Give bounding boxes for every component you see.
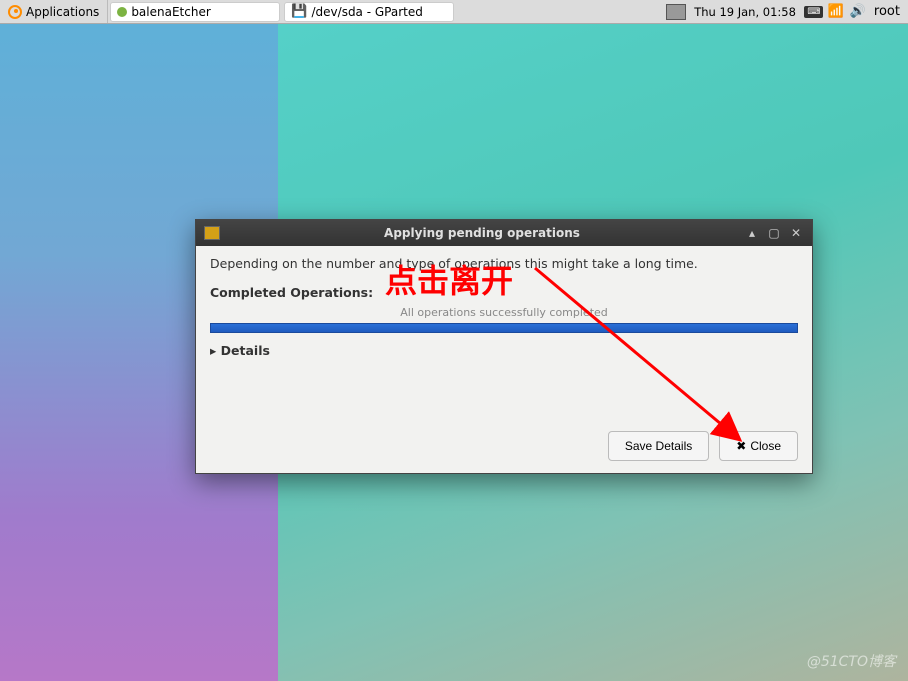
user-menu[interactable]: root	[870, 3, 904, 21]
clock[interactable]: Thu 19 Jan, 01:58	[688, 5, 802, 19]
annotation-text: 点击离开	[385, 256, 513, 302]
dialog-up-icon[interactable]: ▴	[744, 225, 760, 241]
applications-label: Applications	[26, 5, 99, 19]
details-toggle[interactable]: ▸ Details	[210, 343, 798, 358]
network-icon[interactable]: 📶	[826, 3, 846, 21]
taskbar-item-label: /dev/sda - GParted	[312, 5, 423, 19]
volume-icon[interactable]: 🔊	[848, 3, 868, 21]
triangle-right-icon: ▸	[210, 343, 221, 358]
taskbar-item-balena[interactable]: balenaEtcher	[110, 2, 280, 22]
operation-status: All operations successfully completed	[210, 306, 798, 319]
desktop-taskbar: Applications balenaEtcher 💾 /dev/sda - G…	[0, 0, 908, 24]
watermark: @51CTO博客	[807, 651, 896, 671]
applications-menu[interactable]: Applications	[0, 0, 108, 23]
applications-icon	[8, 5, 22, 19]
close-icon: ✖	[736, 439, 746, 453]
progress-bar	[210, 323, 798, 333]
close-button[interactable]: ✖Close	[719, 431, 798, 461]
gparted-icon: 💾	[291, 4, 307, 19]
save-details-button[interactable]: Save Details	[608, 431, 709, 461]
dialog-app-icon	[204, 226, 220, 240]
dialog-title: Applying pending operations	[220, 226, 744, 240]
balena-icon	[117, 7, 127, 17]
dialog-close-icon[interactable]: ✕	[788, 225, 804, 241]
dialog-titlebar[interactable]: Applying pending operations ▴ ▢ ✕	[196, 220, 812, 246]
taskbar-item-gparted[interactable]: 💾 /dev/sda - GParted	[284, 2, 454, 22]
keyboard-indicator[interactable]: ⌨	[804, 3, 824, 21]
dialog-maximize-icon[interactable]: ▢	[766, 225, 782, 241]
taskbar-item-label: balenaEtcher	[131, 5, 210, 19]
tray-window-icon[interactable]	[666, 3, 686, 21]
